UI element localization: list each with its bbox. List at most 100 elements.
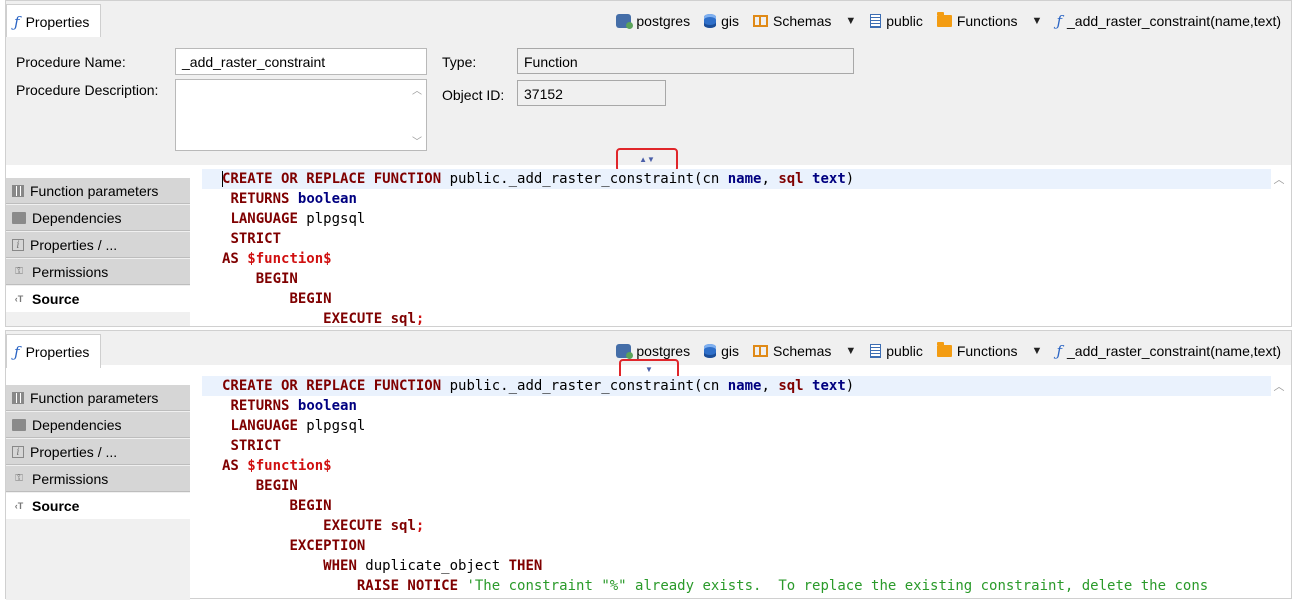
code-token: EXECUTE bbox=[323, 518, 383, 534]
code-line[interactable]: CREATE OR REPLACE FUNCTION public._add_r… bbox=[202, 169, 1271, 189]
code-line[interactable]: STRICT bbox=[202, 436, 1271, 456]
code-line[interactable]: EXECUTE sql; bbox=[202, 309, 1271, 326]
source-editor[interactable]: CREATE OR REPLACE FUNCTION public._add_r… bbox=[202, 169, 1271, 326]
function-icon: ƒ bbox=[14, 342, 20, 361]
code-token: AS bbox=[222, 458, 239, 474]
chevron-down-icon[interactable]: ▼ bbox=[845, 15, 856, 27]
code-token: $function$ bbox=[247, 458, 332, 474]
code-token: AS bbox=[222, 251, 239, 267]
sidebar-item-label: Properties / ... bbox=[30, 236, 118, 253]
scroll-up-icon[interactable]: ︿ bbox=[410, 82, 424, 97]
code-line[interactable]: CREATE OR REPLACE FUNCTION public._add_r… bbox=[202, 376, 1271, 396]
breadcrumb-item-schemas[interactable]: Schemas bbox=[753, 343, 831, 359]
sidebar-item-source[interactable]: ‹T Source bbox=[6, 286, 190, 312]
tab-label: Properties bbox=[25, 343, 90, 360]
code-token: EXCEPTION bbox=[289, 538, 366, 554]
breadcrumb-item-public[interactable]: public bbox=[870, 343, 923, 359]
breadcrumb-item-schemas[interactable]: Schemas bbox=[753, 13, 831, 29]
chevron-down-icon[interactable]: ▼ bbox=[845, 345, 856, 357]
code-token: BEGIN bbox=[289, 291, 332, 307]
scroll-up-icon[interactable]: ︿ bbox=[1269, 171, 1289, 187]
sidebar-nav: Function parameters Dependencies i Proper… bbox=[6, 385, 190, 600]
table-icon bbox=[12, 184, 24, 197]
code-line[interactable]: EXCEPTION bbox=[202, 536, 1271, 556]
breadcrumb-item-gis[interactable]: gis bbox=[704, 343, 739, 359]
scroll-down-icon[interactable]: ﹀ bbox=[410, 133, 424, 148]
sidebar-item-source[interactable]: ‹T Source bbox=[6, 493, 190, 519]
code-line[interactable]: BEGIN bbox=[202, 476, 1271, 496]
breadcrumb-item-functions[interactable]: Functions bbox=[936, 12, 1018, 29]
code-line[interactable]: LANGUAGE plpgsql bbox=[202, 416, 1271, 436]
procedure-name-field[interactable]: _add_raster_constraint bbox=[175, 48, 427, 75]
code-line[interactable]: RAISE NOTICE 'The constraint "%" already… bbox=[202, 576, 1271, 596]
folder-icon bbox=[936, 342, 952, 357]
code-line[interactable]: RETURNS boolean bbox=[202, 396, 1271, 416]
code-line[interactable]: BEGIN bbox=[202, 289, 1271, 309]
sidebar-item-function-parameters[interactable]: Function parameters bbox=[6, 178, 190, 204]
code-token: sql bbox=[778, 378, 804, 394]
procedure-description-field[interactable]: ︿ ﹀ bbox=[175, 79, 427, 151]
breadcrumb-label: gis bbox=[721, 13, 739, 29]
sidebar-item-function-parameters[interactable]: Function parameters bbox=[6, 385, 190, 411]
code-token: name bbox=[727, 378, 762, 394]
code-token: STRICT bbox=[230, 231, 282, 247]
code-token: duplicate_object bbox=[356, 558, 509, 574]
scroll-up-icon[interactable]: ︿ bbox=[1269, 378, 1289, 394]
key-icon: ⚿ bbox=[15, 265, 23, 277]
code-line[interactable]: BEGIN bbox=[202, 269, 1271, 289]
breadcrumb-label: Schemas bbox=[773, 343, 832, 359]
key-icon: ⚿ bbox=[15, 472, 23, 484]
procedure-name-label: Procedure Name: bbox=[16, 54, 126, 70]
code-line[interactable]: WHEN duplicate_object THEN bbox=[202, 556, 1271, 576]
breadcrumb-item-function[interactable]: ƒ _add_raster_constraint(name,text) bbox=[1056, 12, 1281, 30]
folder-icon bbox=[936, 12, 952, 27]
breadcrumb-label: _add_raster_constraint(name,text) bbox=[1067, 343, 1281, 359]
breadcrumb-item-public[interactable]: public bbox=[870, 13, 923, 29]
sidebar-item-label: Function parameters bbox=[30, 389, 159, 406]
breadcrumb-label: Functions bbox=[956, 343, 1018, 359]
code-token: EXECUTE bbox=[323, 311, 383, 326]
sidebar-item-permissions[interactable]: ⚿ Permissions bbox=[6, 466, 190, 492]
code-token: plpgsql bbox=[297, 418, 366, 434]
breadcrumb-item-function[interactable]: ƒ _add_raster_constraint(name,text) bbox=[1056, 342, 1281, 360]
code-line[interactable]: STRICT bbox=[202, 229, 1271, 249]
code-line[interactable]: RETURNS boolean bbox=[202, 189, 1271, 209]
database-icon bbox=[704, 344, 717, 358]
sidebar-item-label: Source bbox=[32, 498, 80, 514]
description-scrollbar[interactable]: ︿ ﹀ bbox=[410, 82, 424, 148]
code-token: WHEN bbox=[323, 558, 357, 574]
code-token: STRICT bbox=[230, 438, 282, 454]
code-line[interactable]: EXECUTE sql; bbox=[202, 516, 1271, 536]
code-token: ) bbox=[845, 378, 855, 394]
tab-properties[interactable]: ƒ Properties bbox=[6, 334, 101, 368]
code-line[interactable]: LANGUAGE plpgsql bbox=[202, 209, 1271, 229]
chevron-down-icon[interactable]: ▼ bbox=[1032, 15, 1043, 27]
sidebar-item-label: Permissions bbox=[32, 470, 109, 487]
tab-properties[interactable]: ƒ Properties bbox=[6, 4, 101, 38]
breadcrumb: postgres gis Schemas ▼ public Functions … bbox=[602, 11, 1281, 31]
sidebar-item-dependencies[interactable]: Dependencies bbox=[6, 412, 190, 438]
chevron-down-icon[interactable]: ▼ bbox=[1032, 345, 1043, 357]
source-editor[interactable]: CREATE OR REPLACE FUNCTION public._add_r… bbox=[202, 376, 1271, 598]
sidebar-item-properties[interactable]: i Properties / ... bbox=[6, 439, 190, 465]
code-token: ; bbox=[415, 311, 425, 326]
breadcrumb-label: Functions bbox=[956, 13, 1018, 29]
code-line[interactable]: AS $function$ bbox=[202, 249, 1271, 269]
code-line[interactable]: BEGIN bbox=[202, 496, 1271, 516]
code-line[interactable]: AS $function$ bbox=[202, 456, 1271, 476]
code-token: text bbox=[812, 171, 846, 187]
sidebar-item-label: Dependencies bbox=[32, 209, 122, 226]
sidebar-item-properties[interactable]: i Properties / ... bbox=[6, 232, 190, 258]
breadcrumb-item-gis[interactable]: gis bbox=[704, 13, 739, 29]
sidebar-item-label: Dependencies bbox=[32, 416, 122, 433]
code-token: RETURNS bbox=[230, 398, 290, 414]
sidebar-item-dependencies[interactable]: Dependencies bbox=[6, 205, 190, 231]
breadcrumb-item-postgres[interactable]: postgres bbox=[616, 343, 690, 359]
sidebar-item-permissions[interactable]: ⚿ Permissions bbox=[6, 259, 190, 285]
breadcrumb-item-functions[interactable]: Functions bbox=[936, 342, 1018, 359]
breadcrumb-item-postgres[interactable]: postgres bbox=[616, 13, 690, 29]
